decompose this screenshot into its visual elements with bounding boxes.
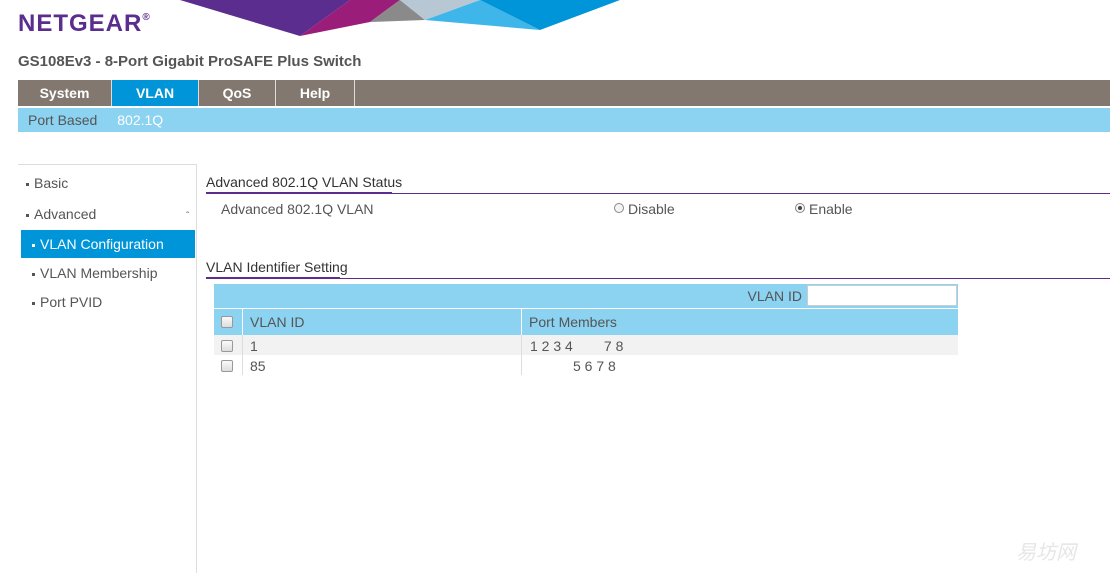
row-checkbox[interactable]: [221, 340, 233, 352]
disable-radio[interactable]: [614, 203, 624, 213]
sidebar: Basic Advanced ˆ VLAN Configuration VLAN…: [18, 164, 197, 573]
table-row[interactable]: 1 1 2 3 4 7 8: [214, 335, 958, 355]
table-header: VLAN ID Port Members: [214, 308, 958, 335]
header-banner-graphic: [180, 0, 620, 36]
sidebar-item-vlan-configuration[interactable]: VLAN Configuration: [21, 230, 195, 258]
sidebar-item-basic[interactable]: Basic: [26, 175, 68, 191]
vlan-status-label: Advanced 802.1Q VLAN: [221, 201, 374, 217]
vlan-id-input-row: VLAN ID: [214, 284, 958, 308]
table-row[interactable]: 85 5 6 7 8: [214, 355, 958, 375]
row-port-members: 5 6 7 8: [573, 358, 616, 374]
column-separator: [521, 355, 522, 375]
sidebar-item-advanced[interactable]: Advanced: [26, 206, 96, 222]
column-separator: [242, 309, 243, 335]
section-title-vlan-identifier: VLAN Identifier Setting: [206, 259, 348, 275]
row-vlan-id: 85: [250, 358, 266, 374]
bullet-icon: [32, 243, 35, 247]
vlan-id-input[interactable]: [807, 285, 957, 306]
tab-system[interactable]: System: [18, 80, 112, 106]
enable-radio[interactable]: [795, 203, 805, 213]
bullet-icon: [32, 272, 35, 276]
watermark: 易坊网: [1016, 542, 1076, 564]
disable-radio-label[interactable]: Disable: [628, 201, 675, 217]
column-separator: [242, 355, 243, 375]
column-separator: [242, 335, 243, 355]
netgear-logo: NETGEAR®: [18, 10, 151, 37]
column-header-vlan-id: VLAN ID: [250, 314, 305, 330]
product-title: GS108Ev3 - 8-Port Gigabit ProSAFE Plus S…: [18, 53, 362, 70]
section-title-underline: [206, 277, 340, 279]
main-nav: System VLAN QoS Help: [18, 80, 1110, 106]
enable-radio-label[interactable]: Enable: [809, 201, 853, 217]
bullet-icon: [32, 301, 35, 305]
subtab-802-1q[interactable]: 802.1Q: [107, 108, 173, 132]
bullet-icon: [26, 182, 29, 186]
section-divider: [206, 278, 1110, 279]
tab-vlan[interactable]: VLAN: [112, 80, 199, 106]
tab-qos[interactable]: QoS: [199, 80, 276, 106]
subtab-port-based[interactable]: Port Based: [18, 108, 107, 132]
row-port-members: 1 2 3 4 7 8: [530, 338, 624, 354]
sub-nav: Port Based 802.1Q: [18, 108, 1110, 132]
section-title-underline: [206, 192, 392, 194]
section-title-vlan-status: Advanced 802.1Q VLAN Status: [206, 174, 403, 190]
sidebar-item-vlan-membership[interactable]: VLAN Membership: [32, 265, 158, 281]
bullet-icon: [26, 213, 29, 217]
column-separator: [521, 335, 522, 355]
tab-help[interactable]: Help: [276, 80, 355, 106]
row-vlan-id: 1: [250, 338, 258, 354]
sidebar-item-port-pvid[interactable]: Port PVID: [32, 294, 102, 310]
column-header-port-members: Port Members: [529, 314, 617, 330]
select-all-checkbox[interactable]: [221, 316, 233, 328]
vlan-table: VLAN ID VLAN ID Port Members 1 1 2 3 4 7…: [214, 284, 958, 375]
vlan-id-input-label: VLAN ID: [747, 288, 802, 304]
column-separator: [521, 309, 522, 335]
row-checkbox[interactable]: [221, 360, 233, 372]
chevron-up-icon[interactable]: ˆ: [186, 211, 189, 222]
